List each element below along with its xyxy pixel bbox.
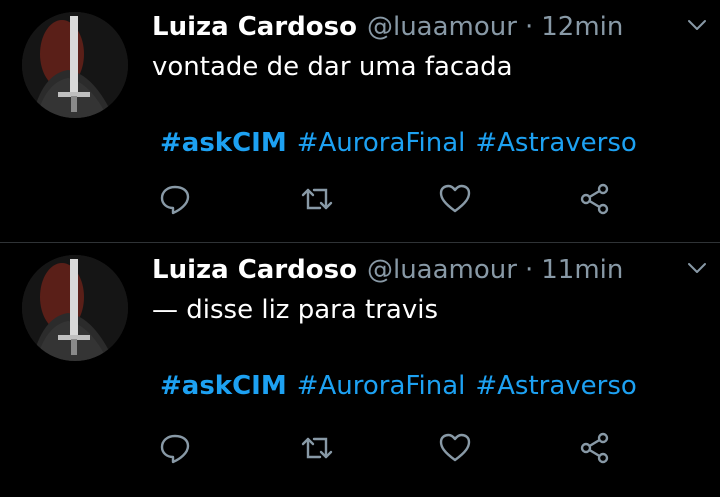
hashtag-link[interactable]: #askCIM [160, 128, 287, 158]
retweet-icon[interactable] [300, 182, 334, 216]
tweet-text: vontade de dar uma facada [152, 52, 513, 82]
reply-icon[interactable] [158, 431, 192, 465]
hashtag-link[interactable]: #Astraverso [475, 371, 636, 401]
share-icon[interactable] [578, 182, 612, 216]
tweet[interactable]: Luiza Cardoso @luaamour · 12min vontade … [0, 0, 720, 242]
heart-icon[interactable] [438, 182, 472, 216]
author-name[interactable]: Luiza Cardoso [152, 10, 357, 44]
author-handle[interactable]: @luaamour [367, 253, 517, 287]
hashtags: #askCIM #AuroraFinal #Astraverso [152, 126, 700, 160]
reply-icon[interactable] [158, 182, 192, 216]
avatar[interactable] [22, 255, 128, 361]
hashtag-link[interactable]: #AuroraFinal [297, 128, 466, 158]
hashtag-link[interactable]: #askCIM [160, 371, 287, 401]
separator: · [524, 12, 534, 42]
retweet-icon[interactable] [300, 431, 334, 465]
tweet[interactable]: Luiza Cardoso @luaamour · 11min — disse … [0, 242, 720, 497]
share-icon[interactable] [578, 431, 612, 465]
chevron-down-icon[interactable] [686, 14, 708, 36]
chevron-down-icon[interactable] [686, 257, 708, 279]
hashtag-link[interactable]: #AuroraFinal [297, 371, 466, 401]
tweet-text: — disse liz para travis [152, 295, 438, 325]
tweet-actions [158, 182, 628, 222]
tweet-actions [158, 431, 628, 471]
separator: · [524, 255, 534, 285]
avatar[interactable] [22, 12, 128, 118]
heart-icon[interactable] [438, 431, 472, 465]
timestamp[interactable]: 12min [541, 10, 623, 44]
timestamp[interactable]: 11min [541, 253, 623, 287]
author-handle[interactable]: @luaamour [367, 10, 517, 44]
author-name[interactable]: Luiza Cardoso [152, 253, 357, 287]
hashtags: #askCIM #AuroraFinal #Astraverso [152, 369, 700, 403]
hashtag-link[interactable]: #Astraverso [475, 128, 636, 158]
